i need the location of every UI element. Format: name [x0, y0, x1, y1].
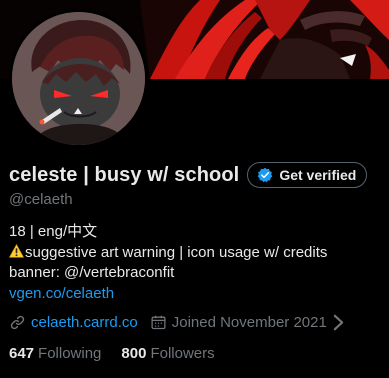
following-label: Following — [38, 345, 102, 362]
followers-count: 800 — [121, 345, 147, 362]
avatar[interactable] — [12, 12, 145, 145]
following-link[interactable]: 647 Following — [9, 345, 101, 362]
followers-link[interactable]: 800 Followers — [121, 345, 214, 362]
profile-bio: 18 | eng/中文 suggestive art warning | ico… — [9, 222, 327, 304]
bio-line-2: suggestive art warning | icon usage w/ c… — [9, 243, 327, 264]
calendar-icon — [151, 315, 166, 330]
get-verified-label: Get verified — [279, 167, 357, 183]
followers-label: Followers — [150, 345, 215, 362]
user-handle: @celaeth — [9, 191, 73, 208]
bio-line-1: 18 | eng/中文 — [9, 223, 98, 240]
link-icon — [10, 315, 25, 330]
following-count: 647 — [9, 345, 35, 362]
bio-line-2-text: suggestive art warning | icon usage w/ c… — [25, 243, 328, 261]
avatar-frame[interactable] — [9, 9, 148, 148]
bio-link[interactable]: vgen.co/celaeth — [9, 285, 114, 302]
warning-sign-icon — [9, 243, 24, 258]
bio-line-3: banner: @/vertebraconfit — [9, 264, 175, 281]
profile-meta: celaeth.carrd.co Joined November 2021 — [9, 314, 352, 331]
follow-stats: 647 Following 800 Followers — [9, 345, 215, 362]
joined-item: Joined November 2021 — [150, 314, 352, 331]
chevron-right-icon[interactable] — [330, 314, 347, 331]
website-item: celaeth.carrd.co — [9, 314, 138, 331]
website-link[interactable]: celaeth.carrd.co — [31, 314, 138, 331]
name-row: celeste | busy w/ school Get verified — [9, 162, 368, 188]
joined-date: Joined November 2021 — [171, 314, 327, 331]
verified-check-icon — [258, 167, 273, 183]
display-name: celeste | busy w/ school — [9, 163, 240, 186]
get-verified-button[interactable]: Get verified — [247, 162, 368, 188]
